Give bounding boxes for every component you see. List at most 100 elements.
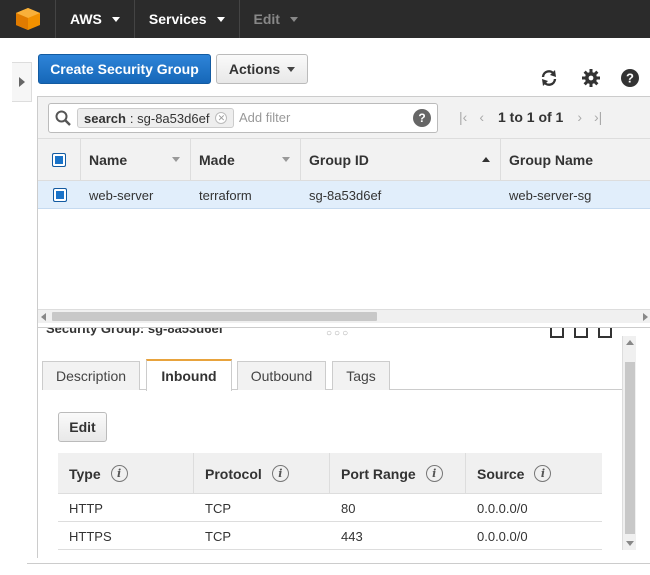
search-bar: search : sg-8a53d6ef ✕ Add filter ? |‹ ‹… — [38, 97, 650, 139]
search-filter-chip[interactable]: search : sg-8a53d6ef ✕ — [77, 108, 235, 128]
rules-header: Type i Protocol i Port Range i Source i — [58, 453, 602, 494]
checkbox-icon — [52, 153, 66, 167]
layout-full-icon[interactable] — [598, 328, 612, 338]
nav-services-label: Services — [148, 11, 207, 27]
checkbox-icon — [52, 188, 67, 202]
column-header-label: Protocol — [205, 465, 262, 482]
table-row: HTTP TCP 80 0.0.0.0/0 — [58, 494, 602, 522]
sidebar-expand-toggle[interactable] — [12, 62, 32, 102]
column-header-name[interactable]: Name — [81, 139, 191, 181]
pager-label: 1 to 1 of 1 — [497, 109, 564, 125]
actions-label: Actions — [228, 61, 281, 77]
vertical-scrollbar[interactable] — [622, 336, 636, 550]
select-all-checkbox[interactable] — [38, 139, 81, 181]
chip-value: : sg-8a53d6ef — [129, 110, 210, 126]
pane-layout-controls — [550, 328, 612, 338]
tab-label: Description — [55, 368, 127, 384]
gear-icon[interactable] — [581, 68, 601, 88]
cell-protocol: TCP — [205, 528, 231, 544]
cell-source: 0.0.0.0/0 — [477, 528, 528, 544]
scroll-down-icon[interactable] — [626, 541, 634, 546]
detail-tabs: Description Inbound Outbound Tags — [42, 359, 622, 391]
cell-group-id: sg-8a53d6ef — [309, 187, 382, 203]
nav-edit-menu[interactable]: Edit — [240, 0, 312, 38]
tab-description[interactable]: Description — [42, 361, 140, 390]
tab-tags[interactable]: Tags — [332, 361, 390, 390]
tab-label: Tags — [346, 368, 376, 384]
grid-header: Name Made Group ID Group Name — [38, 139, 650, 181]
column-header-protocol: Protocol i — [194, 453, 330, 494]
layout-split-icon[interactable] — [574, 328, 588, 338]
row-checkbox[interactable] — [38, 181, 81, 209]
layout-bottom-icon[interactable] — [550, 328, 564, 338]
column-header-group-name[interactable]: Group Name — [501, 139, 650, 181]
column-header-type: Type i — [58, 453, 194, 494]
column-header-label: Port Range — [341, 465, 416, 482]
tab-outbound[interactable]: Outbound — [237, 361, 326, 390]
column-header-label: Made — [199, 152, 235, 168]
scrollbar-thumb[interactable] — [52, 312, 377, 321]
edit-label: Edit — [69, 419, 96, 435]
cell-port-range: 80 — [341, 500, 356, 516]
info-icon[interactable]: i — [534, 465, 552, 482]
aws-logo-icon[interactable] — [0, 0, 56, 38]
column-header-label: Name — [89, 152, 128, 168]
tab-inbound[interactable]: Inbound — [146, 359, 232, 391]
svg-text:?: ? — [626, 71, 634, 86]
scroll-up-icon[interactable] — [626, 340, 634, 345]
cell-port-range: 443 — [341, 528, 363, 544]
tab-label: Inbound — [161, 368, 217, 384]
nav-edit-label: Edit — [253, 11, 280, 27]
info-icon[interactable]: i — [271, 465, 289, 482]
column-header-label: Type — [69, 465, 101, 482]
chevron-down-icon — [289, 16, 298, 22]
search-help-icon[interactable]: ? — [413, 109, 431, 127]
next-page-icon[interactable]: › — [577, 109, 582, 125]
column-header-made[interactable]: Made — [191, 139, 301, 181]
search-icon — [55, 110, 71, 126]
table-row: HTTPS TCP 443 0.0.0.0/0 — [58, 522, 602, 550]
sort-ascending-icon — [482, 157, 490, 162]
pagination: |‹ ‹ 1 to 1 of 1 › ›| — [453, 109, 608, 125]
scroll-left-icon[interactable] — [41, 313, 46, 321]
search-input[interactable]: search : sg-8a53d6ef ✕ Add filter ? — [48, 103, 438, 133]
prev-page-icon[interactable]: ‹ — [479, 109, 484, 125]
cell-protocol: TCP — [205, 500, 231, 516]
info-icon[interactable]: i — [110, 465, 128, 482]
create-security-group-button[interactable]: Create Security Group — [38, 54, 211, 84]
cell-source: 0.0.0.0/0 — [477, 500, 528, 516]
chip-key: search — [84, 110, 126, 126]
help-icon[interactable]: ? — [620, 68, 640, 88]
refresh-icon[interactable] — [539, 68, 559, 88]
add-filter-placeholder[interactable]: Add filter — [239, 110, 290, 125]
edit-rules-button[interactable]: Edit — [58, 412, 107, 442]
cell-type: HTTPS — [69, 528, 112, 544]
scrollbar-thumb[interactable] — [625, 362, 635, 534]
horizontal-scrollbar[interactable] — [38, 309, 650, 323]
cell-group-name: web-server-sg — [509, 187, 592, 203]
resize-handle[interactable]: ○○○ — [326, 328, 350, 339]
chevron-down-icon — [287, 66, 296, 72]
create-security-group-label: Create Security Group — [50, 61, 199, 77]
chevron-down-icon — [216, 16, 225, 22]
column-header-label: Group Name — [509, 152, 594, 168]
close-icon[interactable]: ✕ — [215, 112, 228, 124]
cell-type: HTTP — [69, 500, 103, 516]
nav-aws-menu[interactable]: AWS — [56, 0, 135, 38]
column-header-source: Source i — [466, 453, 602, 494]
info-icon[interactable]: i — [425, 465, 443, 482]
last-page-icon[interactable]: ›| — [594, 109, 602, 125]
sort-icon — [282, 157, 290, 162]
cell-name: web-server — [89, 187, 154, 203]
nav-aws-label: AWS — [70, 11, 102, 27]
column-header-port-range: Port Range i — [330, 453, 466, 494]
scroll-right-icon[interactable] — [643, 313, 648, 321]
table-row[interactable]: web-server terraform sg-8a53d6ef web-ser… — [38, 181, 650, 209]
column-header-label: Group ID — [309, 152, 369, 168]
tab-label: Outbound — [250, 368, 313, 384]
column-header-group-id[interactable]: Group ID — [301, 139, 501, 181]
chevron-down-icon — [111, 16, 120, 22]
actions-button[interactable]: Actions — [216, 54, 308, 84]
nav-services-menu[interactable]: Services — [135, 0, 240, 38]
first-page-icon[interactable]: |‹ — [459, 109, 467, 125]
